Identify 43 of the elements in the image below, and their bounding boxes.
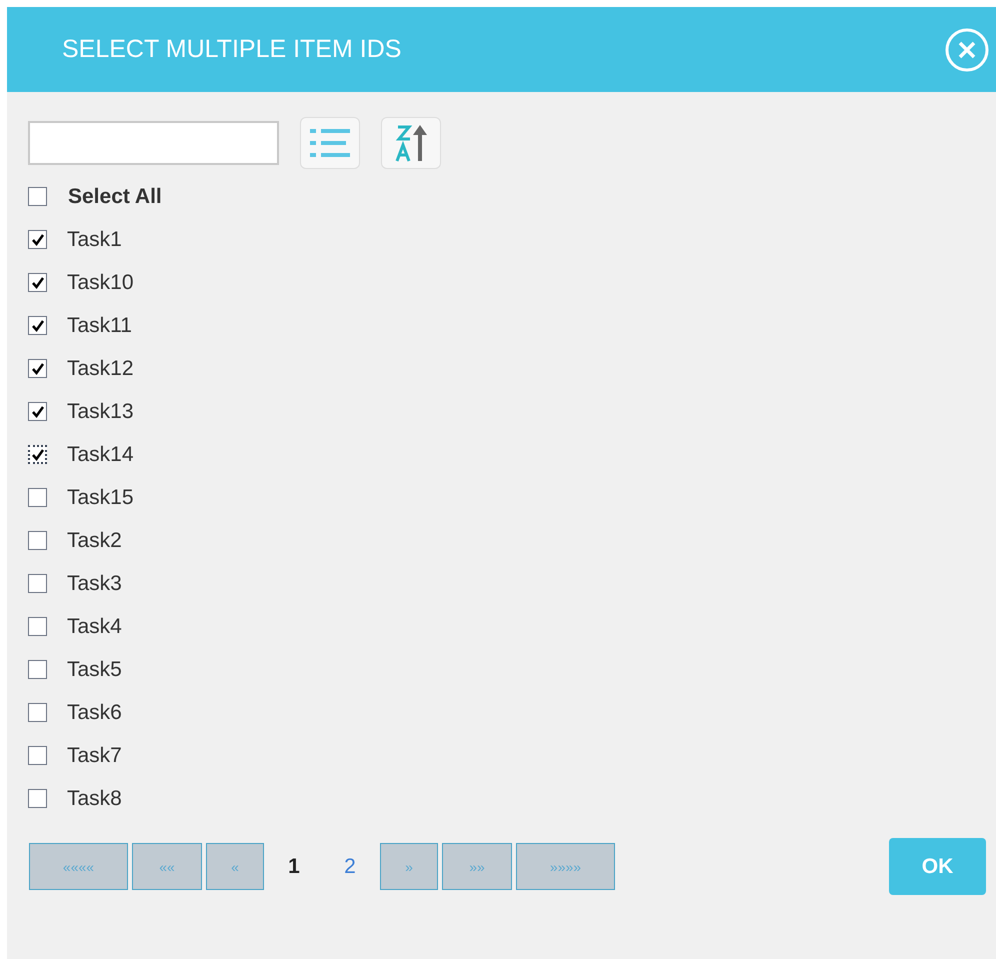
list-icon [310,126,350,160]
checkbox[interactable] [28,187,47,206]
checkbox[interactable] [28,316,47,335]
checkbox[interactable] [28,230,47,249]
checkbox[interactable] [28,703,47,722]
checkbox[interactable] [28,445,47,464]
item-label[interactable]: Task12 [67,352,134,384]
check-icon [30,232,44,246]
checkbox[interactable] [28,273,47,292]
page-link[interactable]: 2 [324,843,376,890]
item-label[interactable]: Task5 [67,654,122,686]
item-label[interactable]: Task13 [67,396,134,428]
item-label[interactable]: Task4 [67,610,122,642]
sort-button[interactable] [381,117,441,169]
page-link[interactable]: 1 [268,843,320,890]
item-label[interactable]: Task7 [67,740,122,772]
item-label[interactable]: Task2 [67,524,122,556]
checkbox[interactable] [28,746,47,765]
checkbox[interactable] [28,574,47,593]
select-all-label[interactable]: Select All [68,180,162,212]
item-label[interactable]: Task15 [67,482,134,514]
checkbox[interactable] [28,617,47,636]
item-label[interactable]: Task11 [67,310,132,342]
item-label[interactable]: Task6 [67,696,122,728]
item-label[interactable]: Task8 [67,782,122,814]
checkbox[interactable] [28,488,47,507]
search-field[interactable] [28,121,279,165]
checkbox[interactable] [28,660,47,679]
check-icon [30,362,44,376]
item-label[interactable]: Task1 [67,224,122,256]
sort-descending-icon [393,123,429,163]
check-icon [30,318,44,332]
checkbox[interactable] [28,402,47,421]
check-icon [30,276,44,290]
checkbox[interactable] [28,531,47,550]
item-label[interactable]: Task14 [67,438,134,470]
checkbox[interactable] [28,359,47,378]
checkbox[interactable] [28,789,47,808]
check-icon [30,404,44,418]
item-label[interactable]: Task3 [67,568,122,600]
item-label[interactable]: Task10 [67,266,134,298]
dialog-title: SELECT MULTIPLE ITEM IDS [62,34,402,65]
check-icon [30,448,44,462]
